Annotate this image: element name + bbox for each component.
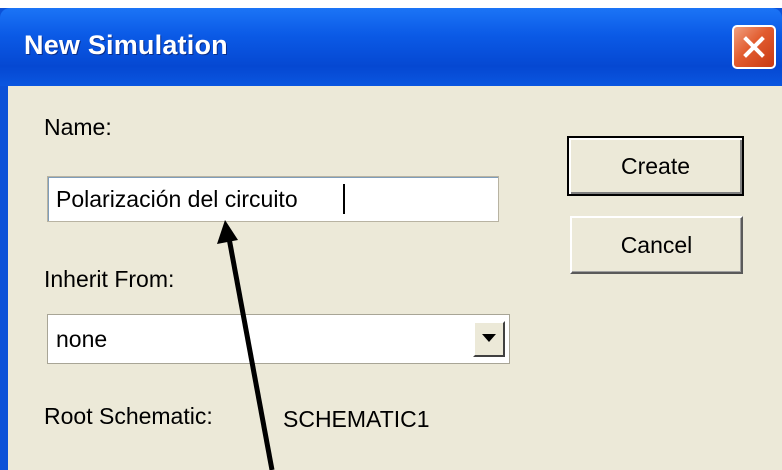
root-schematic-label: Root Schematic: <box>44 403 213 429</box>
inherit-from-value: none <box>56 326 108 352</box>
name-label: Name: <box>44 114 112 140</box>
name-input[interactable]: Polarización del circuito <box>47 176 499 222</box>
dropdown-button[interactable] <box>473 321 505 357</box>
dialog-client-area: Name: Polarización del circuito Inherit … <box>8 86 782 470</box>
cancel-button[interactable]: Cancel <box>570 216 743 274</box>
new-simulation-dialog: New Simulation Name: Polarización del ci… <box>0 8 782 470</box>
chevron-down-icon <box>482 334 496 342</box>
close-icon <box>743 36 765 58</box>
inherit-from-select[interactable]: none <box>47 314 510 364</box>
create-button[interactable]: Create <box>567 136 744 196</box>
dialog-title: New Simulation <box>24 30 228 60</box>
close-button[interactable] <box>732 25 776 69</box>
text-caret <box>343 184 345 214</box>
inherit-from-label: Inherit From: <box>44 266 175 292</box>
root-schematic-value: SCHEMATIC1 <box>283 406 430 432</box>
name-input-value: Polarización del circuito <box>56 186 298 212</box>
title-bar[interactable]: New Simulation <box>0 8 782 86</box>
